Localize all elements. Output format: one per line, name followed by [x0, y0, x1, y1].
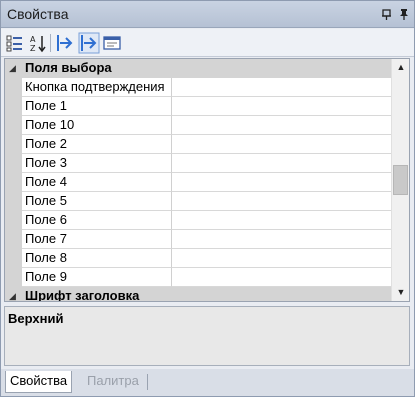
toolbar-separator	[50, 34, 51, 52]
svg-text:Z: Z	[30, 44, 36, 53]
pin-icon[interactable]	[380, 7, 394, 21]
property-row[interactable]: Поле 10	[5, 116, 391, 135]
property-row[interactable]: Поле 1	[5, 97, 391, 116]
property-name: Поле 3	[22, 154, 172, 173]
window-title: Свойства	[7, 6, 69, 22]
property-name: Поле 7	[22, 230, 172, 249]
scroll-down-icon[interactable]: ▼	[392, 284, 409, 301]
property-row[interactable]: Поле 2	[5, 135, 391, 154]
property-value[interactable]	[172, 249, 391, 268]
property-row[interactable]: Поле 3	[5, 154, 391, 173]
property-name: Поле 2	[22, 135, 172, 154]
property-value[interactable]	[172, 211, 391, 230]
category-row[interactable]: ◢ Поля выбора	[5, 59, 391, 78]
category-label: Поля выбора	[25, 60, 112, 75]
tab-palette[interactable]: Палитра	[83, 371, 143, 393]
property-name: Поле 10	[22, 116, 172, 135]
property-value[interactable]	[172, 78, 391, 97]
toolbar: AZ	[1, 29, 414, 57]
property-row[interactable]: Поле 7	[5, 230, 391, 249]
property-value[interactable]	[172, 135, 391, 154]
property-value[interactable]	[172, 192, 391, 211]
collapse-arrow-icon[interactable]: ◢	[9, 291, 16, 301]
property-row[interactable]: Поле 8	[5, 249, 391, 268]
property-row[interactable]: Поле 5	[5, 192, 391, 211]
properties-window: Свойства AZ ◢ Поля выбора Кнопка подтвер…	[0, 0, 415, 397]
collapse-arrow-icon[interactable]: ◢	[9, 63, 16, 74]
tab-separator	[147, 374, 148, 390]
property-name: Поле 1	[22, 97, 172, 116]
alphabetical-sort-icon[interactable]: AZ	[27, 32, 49, 54]
property-row[interactable]: Поле 9	[5, 268, 391, 287]
categorized-view-icon[interactable]	[4, 32, 26, 54]
scroll-up-icon[interactable]: ▲	[392, 59, 409, 76]
property-value[interactable]	[172, 116, 391, 135]
description-panel: Верхний	[4, 306, 410, 366]
property-row[interactable]: Кнопка подтверждения	[5, 78, 391, 97]
collapse-icon[interactable]	[78, 32, 100, 54]
property-value[interactable]	[172, 268, 391, 287]
description-title: Верхний	[8, 311, 64, 326]
property-grid: ◢ Поля выбора Кнопка подтверждения Поле …	[4, 58, 410, 302]
property-value[interactable]	[172, 154, 391, 173]
property-name: Поле 4	[22, 173, 172, 192]
category-row[interactable]: ◢ Шрифт заголовка	[5, 287, 391, 302]
property-name: Кнопка подтверждения	[22, 78, 172, 97]
expand-icon[interactable]	[54, 32, 76, 54]
property-name: Поле 8	[22, 249, 172, 268]
tab-properties[interactable]: Свойства	[5, 371, 73, 393]
property-row[interactable]: Поле 4	[5, 173, 391, 192]
property-value[interactable]	[172, 173, 391, 192]
property-pages-icon[interactable]	[101, 32, 123, 54]
property-value[interactable]	[172, 230, 391, 249]
property-value[interactable]	[172, 97, 391, 116]
panel-tabs: Свойства Палитра	[1, 369, 414, 396]
property-name: Поле 5	[22, 192, 172, 211]
property-name: Поле 9	[22, 268, 172, 287]
property-rows: ◢ Поля выбора Кнопка подтверждения Поле …	[5, 59, 391, 301]
titlebar: Свойства	[1, 1, 414, 28]
svg-text:A: A	[30, 35, 36, 44]
property-row[interactable]: Поле 6	[5, 211, 391, 230]
scroll-thumb[interactable]	[393, 165, 408, 195]
vertical-scrollbar[interactable]: ▲ ▼	[391, 59, 409, 301]
property-name: Поле 6	[22, 211, 172, 230]
category-label: Шрифт заголовка	[25, 288, 140, 302]
close-icon[interactable]	[397, 7, 411, 21]
